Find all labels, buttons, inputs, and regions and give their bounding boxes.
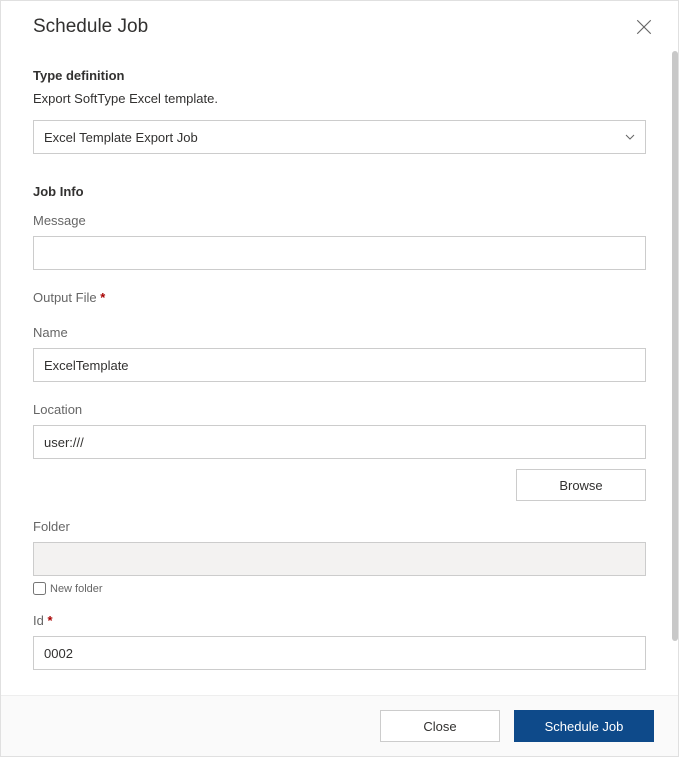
browse-button[interactable]: Browse	[516, 469, 646, 501]
dialog-footer: Close Schedule Job	[1, 695, 678, 756]
close-button[interactable]: Close	[380, 710, 500, 742]
job-info-heading: Job Info	[33, 184, 646, 199]
location-input[interactable]	[33, 425, 646, 459]
folder-label: Folder	[33, 519, 646, 534]
scrollbar[interactable]	[672, 51, 678, 641]
type-definition-select[interactable]	[33, 120, 646, 154]
location-field-group: Location	[33, 402, 646, 459]
close-icon[interactable]	[635, 18, 653, 36]
message-label: Message	[33, 213, 646, 228]
name-field-group: Name	[33, 325, 646, 382]
output-file-group: Output File	[33, 290, 646, 305]
dialog-header: Schedule Job	[1, 1, 678, 50]
type-definition-description: Export SoftType Excel template.	[33, 91, 646, 106]
id-input[interactable]	[33, 636, 646, 670]
id-field-group: Id	[33, 613, 646, 670]
browse-row: Browse	[33, 469, 646, 501]
dialog-content: Type definition Export SoftType Excel te…	[1, 50, 678, 695]
name-input[interactable]	[33, 348, 646, 382]
message-input[interactable]	[33, 236, 646, 270]
type-definition-heading: Type definition	[33, 68, 646, 83]
location-label: Location	[33, 402, 646, 417]
name-label: Name	[33, 325, 646, 340]
type-definition-select-wrapper	[33, 120, 646, 154]
schedule-job-button[interactable]: Schedule Job	[514, 710, 654, 742]
message-field-group: Message	[33, 213, 646, 270]
folder-input[interactable]	[33, 542, 646, 576]
new-folder-row: New folder	[33, 582, 646, 595]
folder-field-group: Folder	[33, 519, 646, 576]
dialog-title: Schedule Job	[33, 16, 148, 38]
output-file-heading: Output File	[33, 290, 646, 305]
new-folder-label[interactable]: New folder	[50, 583, 103, 595]
new-folder-checkbox[interactable]	[33, 582, 46, 595]
id-label: Id	[33, 613, 646, 628]
